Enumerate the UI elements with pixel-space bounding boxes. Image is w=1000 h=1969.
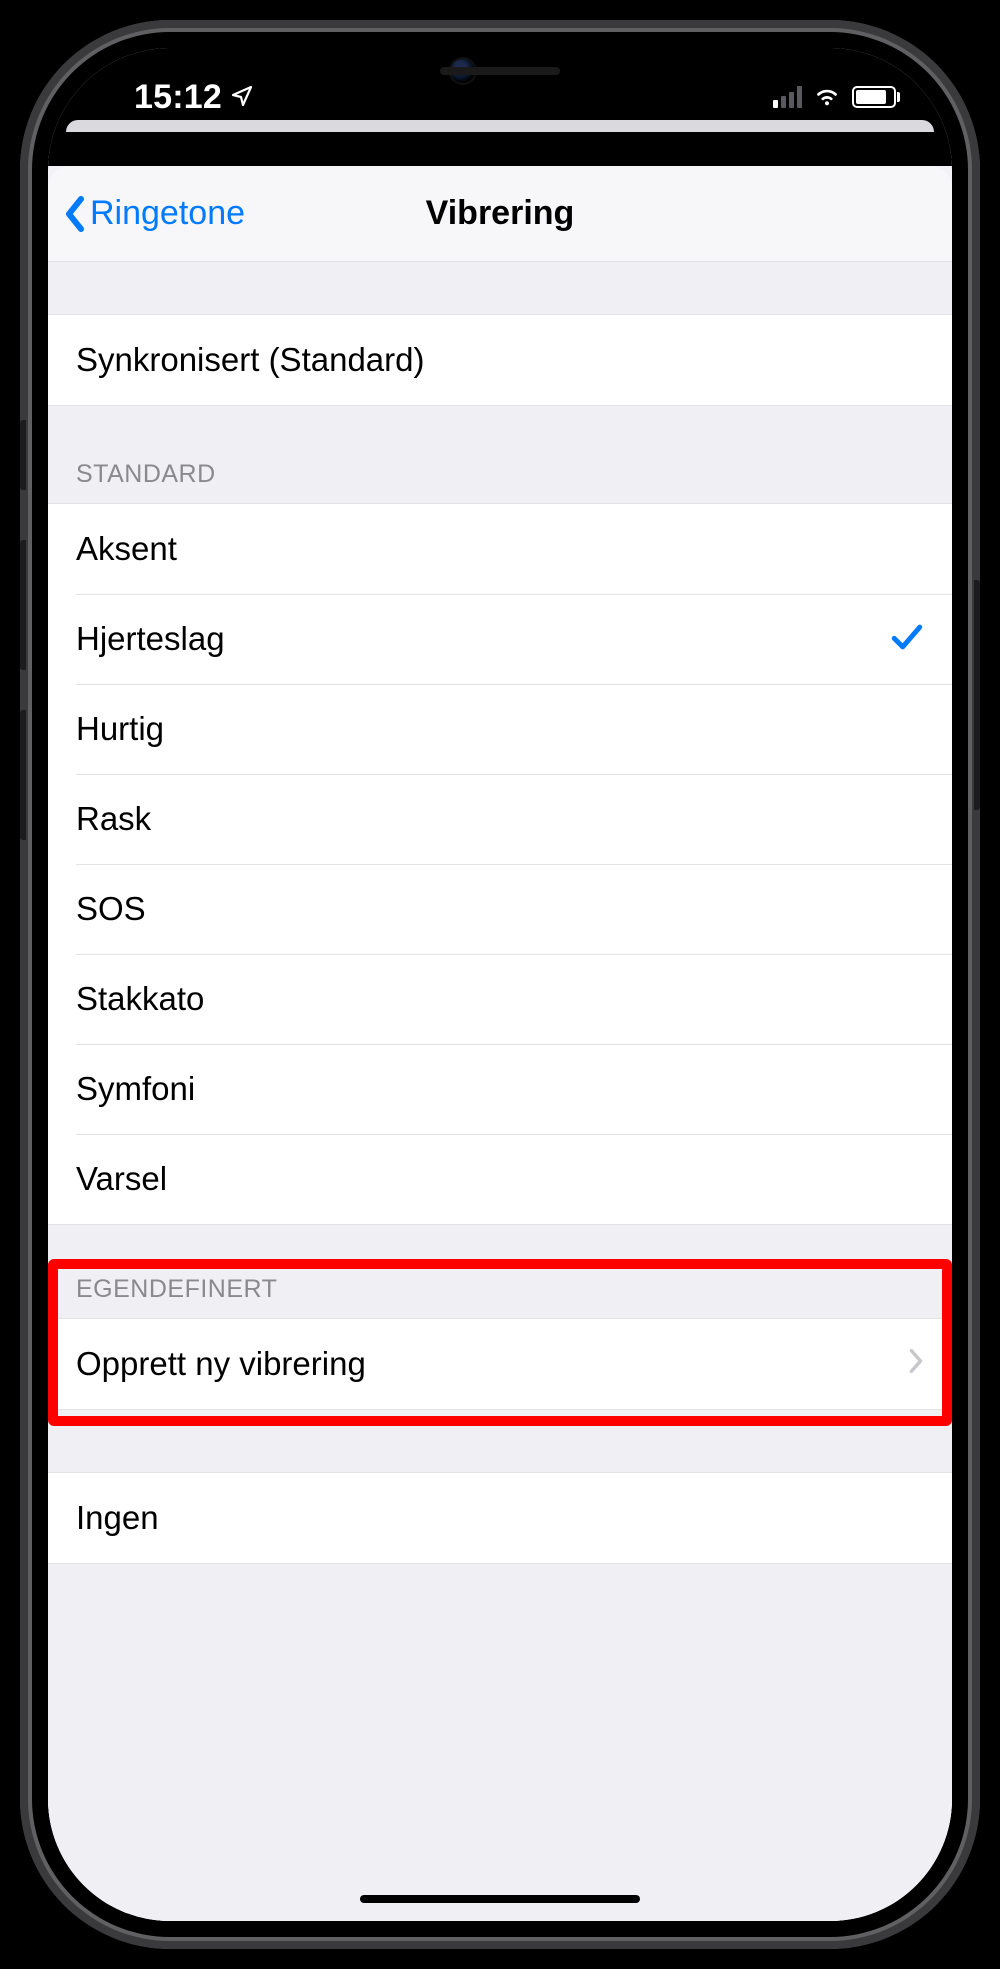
- row-default-sync[interactable]: Synkronisert (Standard): [48, 315, 952, 405]
- checkmark-icon: [890, 617, 924, 662]
- chevron-right-icon: [908, 1345, 924, 1383]
- row-label: Symfoni: [76, 1070, 924, 1108]
- row-vibration-symfoni[interactable]: Symfoni: [48, 1044, 952, 1134]
- row-vibration-stakkato[interactable]: Stakkato: [48, 954, 952, 1044]
- cellular-icon: [773, 86, 802, 108]
- row-label: Hurtig: [76, 710, 924, 748]
- row-label: Stakkato: [76, 980, 924, 1018]
- row-label: Synkronisert (Standard): [76, 341, 924, 379]
- row-vibration-hjerteslag[interactable]: Hjerteslag: [48, 594, 952, 684]
- background-sheet-edge: [66, 120, 934, 132]
- sheet: Ringetone Vibrering Synkronisert (Standa…: [48, 166, 952, 1921]
- phone-frame: 15:12: [20, 20, 980, 1949]
- row-label: Aksent: [76, 530, 924, 568]
- content[interactable]: Synkronisert (Standard) Standard Aksent H…: [48, 262, 952, 1921]
- row-none[interactable]: Ingen: [48, 1473, 952, 1563]
- row-vibration-rask[interactable]: Rask: [48, 774, 952, 864]
- row-label: Varsel: [76, 1160, 924, 1198]
- notch: [325, 48, 675, 94]
- section-header-standard: Standard: [48, 460, 952, 503]
- back-label: Ringetone: [90, 194, 245, 233]
- back-button[interactable]: Ringetone: [50, 194, 259, 233]
- status-time: 15:12: [134, 78, 222, 117]
- navigation-bar: Ringetone Vibrering: [48, 166, 952, 262]
- home-indicator[interactable]: [360, 1895, 640, 1903]
- row-vibration-aksent[interactable]: Aksent: [48, 504, 952, 594]
- row-label: Ingen: [76, 1499, 924, 1537]
- chevron-left-icon: [64, 196, 86, 232]
- section-header-custom: Egendefinert: [48, 1275, 952, 1318]
- row-label: SOS: [76, 890, 924, 928]
- wifi-icon: [812, 84, 842, 111]
- location-icon: [230, 78, 254, 117]
- row-vibration-sos[interactable]: SOS: [48, 864, 952, 954]
- row-create-vibration[interactable]: Opprett ny vibrering: [48, 1319, 952, 1409]
- page-title: Vibrering: [426, 194, 575, 233]
- row-vibration-varsel[interactable]: Varsel: [48, 1134, 952, 1224]
- screen: 15:12: [48, 48, 952, 1921]
- row-label: Rask: [76, 800, 924, 838]
- row-label: Opprett ny vibrering: [76, 1345, 908, 1383]
- row-vibration-hurtig[interactable]: Hurtig: [48, 684, 952, 774]
- battery-icon: [852, 86, 896, 108]
- row-label: Hjerteslag: [76, 620, 890, 658]
